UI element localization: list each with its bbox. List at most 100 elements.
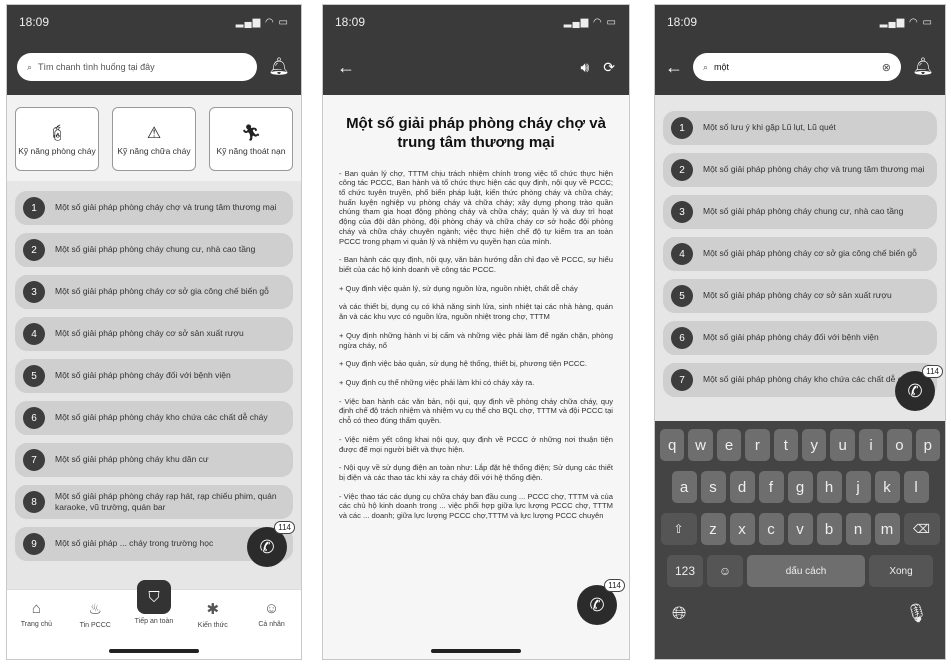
search-input[interactable]: ⌕ Tìm chanh tình huống tại đây — [17, 53, 257, 81]
clear-icon[interactable]: ⊗ — [882, 61, 891, 74]
key[interactable]: g — [787, 471, 813, 503]
list-item[interactable]: 3 Một số giải pháp phòng cháy chung cư, n… — [663, 195, 937, 229]
item-number: 1 — [23, 197, 45, 219]
list-item[interactable]: 5 Một số giải pháp phòng cháy đối với bện… — [15, 359, 293, 393]
shift-key-icon[interactable]: ⇧ — [660, 513, 697, 545]
nav-news[interactable]: ♨ Tin PCCC — [71, 600, 119, 629]
keyboard-row-4: 123 ☺ dấu cách Xong — [658, 555, 942, 587]
item-text: Một số giải pháp phòng cháy đối với bệnh… — [55, 370, 231, 381]
article-title: Một số giải pháp phòng cháy chợ và trung… — [346, 115, 606, 151]
item-number: 2 — [23, 239, 45, 261]
item-number: 4 — [671, 243, 693, 265]
key[interactable]: v — [787, 513, 813, 545]
space-key[interactable]: dấu cách — [747, 555, 865, 587]
nav-profile[interactable]: ☺ Cá nhân — [248, 600, 296, 628]
list-item[interactable]: 2 Một số giải pháp phòng cháy chung cư, n… — [15, 233, 293, 267]
key[interactable]: x — [729, 513, 755, 545]
key[interactable]: s — [700, 471, 726, 503]
done-key[interactable]: Xong — [869, 555, 933, 587]
nav-label: Trang chủ — [20, 621, 53, 628]
call-114-button[interactable]: ✆ 114 — [247, 521, 295, 567]
list-item[interactable]: 2 Một số giải pháp phòng cháy chợ và trun… — [663, 153, 937, 187]
bell-icon[interactable]: 🔔︎ — [267, 57, 291, 77]
globe-icon[interactable]: 🌐︎ — [672, 603, 686, 624]
list-item[interactable]: 4 Một số giải pháp phòng cháy cơ sở sản x… — [15, 317, 293, 351]
nav-home[interactable]: ⌂ Trang chủ — [12, 600, 60, 628]
key[interactable]: w — [688, 429, 713, 461]
keyboard-bottom-bar: 🌐︎ 🎙︎ — [658, 597, 942, 630]
key[interactable]: o — [887, 429, 912, 461]
key[interactable]: a — [671, 471, 697, 503]
article-paragraph: - Ban quản lý chợ, TTTM chịu trách nhiệm… — [339, 168, 613, 246]
item-number: 7 — [23, 449, 45, 471]
item-number: 3 — [671, 201, 693, 223]
list-item[interactable]: 8 Một số giải pháp phòng cháy rạp hát, rạ… — [15, 485, 293, 519]
skill-prevention-card[interactable]: 🧯︎ Kỹ năng phòng cháy — [15, 107, 99, 171]
key[interactable]: h — [816, 471, 842, 503]
key[interactable]: u — [830, 429, 855, 461]
list-item[interactable]: 3 Một số giải pháp phòng cháy cơ sở gia c… — [15, 275, 293, 309]
signal-wifi-battery-icon: ▂▄▆ ◠ ▭ — [563, 16, 617, 28]
nav-safety[interactable]: ⛉ Tiếp an toàn — [130, 580, 178, 625]
item-number: 9 — [23, 533, 45, 555]
smile-icon: ☺ — [263, 600, 280, 617]
key[interactable]: q — [659, 429, 685, 461]
list-item[interactable]: 7 Một số giải pháp phòng cháy khu dân cư — [15, 443, 293, 477]
call-114-button[interactable]: ✆ 114 — [577, 579, 625, 625]
back-arrow-icon[interactable]: ← — [337, 57, 355, 78]
article-paragraph: - Việc thao tác các dụng cụ chữa cháy ba… — [339, 491, 613, 521]
key[interactable]: m — [874, 513, 900, 545]
key[interactable]: p — [915, 429, 941, 461]
bell-icon[interactable]: 🔔︎ — [911, 57, 935, 77]
item-number: 1 — [671, 117, 693, 139]
item-number: 5 — [671, 285, 693, 307]
key[interactable]: f — [758, 471, 784, 503]
key[interactable]: n — [845, 513, 871, 545]
list-item[interactable]: 4 Một số giải pháp phòng cháy cơ sở gia c… — [663, 237, 937, 271]
key[interactable]: j — [845, 471, 871, 503]
badge-114: 114 — [922, 365, 943, 378]
speaker-icon[interactable]: 🔊︎ — [580, 59, 589, 76]
key[interactable]: y — [802, 429, 827, 461]
nav-label: Tiếp an toàn — [134, 618, 174, 625]
key[interactable]: r — [745, 429, 770, 461]
refresh-icon[interactable]: ⟳ — [603, 59, 615, 76]
list-item[interactable]: 6 Một số giải pháp phòng cháy kho chứa cá… — [15, 401, 293, 435]
key[interactable]: d — [729, 471, 755, 503]
back-arrow-icon[interactable]: ← — [665, 57, 683, 78]
microphone-icon[interactable]: 🎙︎ — [905, 603, 928, 624]
keyboard-row-1: q w e r t y u i o p — [658, 429, 942, 461]
badge-114: 114 — [604, 579, 625, 592]
call-114-button[interactable]: ✆ 114 — [895, 365, 943, 411]
article-body: Một số giải pháp phòng cháy chợ và trung… — [323, 95, 629, 544]
item-number: 8 — [23, 491, 45, 513]
key[interactable]: i — [858, 429, 884, 461]
list-item[interactable]: 5 Một số giải pháp phòng cháy cơ sở sản x… — [663, 279, 937, 313]
list-item[interactable]: 6 Một số giải pháp phòng cháy đối với bện… — [663, 321, 937, 355]
skill-firefighting-card[interactable]: ⚠ Kỹ năng chữa cháy — [112, 107, 196, 171]
running-person-icon: 🏃︎ — [240, 124, 262, 142]
skill-escape-card[interactable]: 🏃︎ Kỹ năng thoát nạn — [209, 107, 293, 171]
article-paragraph: + Quy định cụ thể những việc phải làm kh… — [339, 378, 535, 387]
key[interactable]: e — [716, 429, 742, 461]
skill-label: Kỹ năng thoát nạn — [216, 145, 286, 156]
key[interactable]: l — [903, 471, 929, 503]
item-number: 4 — [23, 323, 45, 345]
key[interactable]: k — [874, 471, 900, 503]
key[interactable]: c — [758, 513, 784, 545]
list-item[interactable]: 1 Một số lưu ý khi gặp Lũ lụt, Lũ quét — [663, 111, 937, 145]
key[interactable]: t — [773, 429, 798, 461]
status-time: 18:09 — [335, 15, 366, 29]
backspace-key-icon[interactable]: ⌫ — [903, 513, 940, 545]
nav-knowledge[interactable]: ✱ Kiến thức — [189, 600, 237, 629]
key[interactable]: b — [816, 513, 842, 545]
key[interactable]: z — [700, 513, 726, 545]
search-input[interactable]: ⌕ một ⊗ — [693, 53, 901, 81]
emoji-key-icon[interactable]: ☺ — [707, 555, 743, 587]
numbers-key[interactable]: 123 — [667, 555, 703, 587]
keyboard-row-3: ⇧ z x c v b n m ⌫ — [658, 513, 942, 545]
signal-wifi-battery-icon: ▂▄▆ ◠ ▭ — [879, 16, 933, 28]
status-bar: 18:09 ▂▄▆ ◠ ▭ — [7, 5, 301, 39]
list-item[interactable]: 1 Một số giải pháp phòng cháy chợ và trun… — [15, 191, 293, 225]
skill-label: Kỹ năng chữa cháy — [117, 145, 191, 156]
